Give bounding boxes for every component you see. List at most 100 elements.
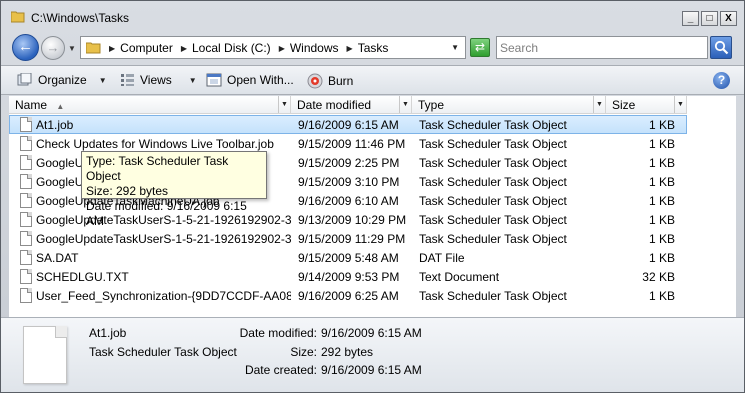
file-row-selected[interactable]: At1.job 9/16/2009 6:15 AM Task Scheduler… xyxy=(9,115,687,134)
column-header-name[interactable]: Name ▲ ▼ xyxy=(9,96,291,114)
file-name: SA.DAT xyxy=(36,250,79,265)
breadcrumb-windows[interactable]: Windows xyxy=(290,41,339,55)
file-type: Task Scheduler Task Object xyxy=(419,117,567,132)
burn-label: Burn xyxy=(328,74,354,88)
burn-button[interactable]: Burn xyxy=(307,73,353,89)
file-row[interactable]: SCHEDLGU.TXT 9/14/2009 9:53 PM Text Docu… xyxy=(9,267,687,286)
file-icon xyxy=(20,212,32,227)
file-icon xyxy=(20,136,32,151)
folder-icon xyxy=(11,11,25,23)
file-size: 1 KB xyxy=(648,231,675,246)
open-with-label: Open With... xyxy=(227,73,294,87)
file-name: SCHEDLGU.TXT xyxy=(36,269,129,284)
open-with-button[interactable]: Open With... xyxy=(206,73,294,87)
tooltip-size: Size: 292 bytes xyxy=(86,184,169,198)
file-date: 9/14/2009 9:53 PM xyxy=(298,269,400,284)
address-row: ← → ▼ ▶ Computer ▶ Local Disk (C:) ▶ Win… xyxy=(1,31,744,65)
window-controls: _ □ X xyxy=(682,11,737,26)
file-size: 1 KB xyxy=(648,193,675,208)
address-dropdown-icon[interactable]: ▼ xyxy=(451,43,459,52)
file-size: 1 KB xyxy=(648,155,675,170)
details-size-label: Size: xyxy=(290,345,317,359)
file-name: GoogleUpdateTaskUserS-1-5-21-1926192902-… xyxy=(36,231,291,246)
column-date-label: Date modified xyxy=(297,98,372,112)
breadcrumb: ▶ Computer ▶ Local Disk (C:) ▶ Windows ▶… xyxy=(109,41,396,55)
tooltip-type: Type: Task Scheduler Task Object xyxy=(86,154,229,183)
minimize-button[interactable]: _ xyxy=(682,11,699,26)
chevron-down-icon: ▼ xyxy=(98,75,107,85)
file-icon xyxy=(20,269,32,284)
file-type: Task Scheduler Task Object xyxy=(419,155,567,170)
file-date: 9/15/2009 11:29 PM xyxy=(298,231,406,246)
breadcrumb-chevron-icon[interactable]: ▶ xyxy=(109,44,115,53)
file-size: 1 KB xyxy=(648,174,675,189)
organize-button[interactable]: Organize ▼ xyxy=(17,73,107,87)
breadcrumb-chevron-icon[interactable]: ▶ xyxy=(279,44,285,53)
breadcrumb-tasks[interactable]: Tasks xyxy=(358,41,389,55)
recent-pages-dropdown[interactable]: ▼ xyxy=(68,44,76,53)
sort-ascending-icon: ▲ xyxy=(56,102,65,111)
breadcrumb-computer[interactable]: Computer xyxy=(120,41,173,55)
chevron-down-icon[interactable]: ▼ xyxy=(674,96,686,113)
file-size: 1 KB xyxy=(648,212,675,227)
details-pane: At1.job Task Scheduler Task Object Date … xyxy=(1,317,744,392)
details-size: 292 bytes xyxy=(321,345,374,359)
search-input[interactable]: Search xyxy=(496,36,708,59)
details-file-name: At1.job xyxy=(89,326,127,340)
file-type: Text Document xyxy=(419,269,500,284)
details-date-created: 9/16/2009 6:15 AM xyxy=(321,363,422,377)
file-icon xyxy=(20,231,32,246)
file-icon xyxy=(20,193,32,208)
column-header-size[interactable]: Size ▼ xyxy=(606,96,687,114)
file-size: 1 KB xyxy=(648,250,675,265)
chevron-down-icon: ▼ xyxy=(188,75,197,85)
file-row[interactable]: SA.DAT 9/15/2009 5:48 AM DAT File 1 KB xyxy=(9,248,687,267)
file-date: 9/16/2009 6:25 AM xyxy=(298,288,399,303)
file-size: 32 KB xyxy=(642,269,675,284)
search-button[interactable] xyxy=(710,36,732,59)
file-name: Check Updates for Windows Live Toolbar.j… xyxy=(36,136,274,151)
refresh-button[interactable]: ⇄ xyxy=(470,38,490,57)
file-date: 9/15/2009 5:48 AM xyxy=(298,250,399,265)
help-icon[interactable]: ? xyxy=(713,72,730,89)
column-header-type[interactable]: Type ▼ xyxy=(412,96,606,114)
details-date-created-label: Date created: xyxy=(244,363,317,377)
file-date: 9/15/2009 11:46 PM xyxy=(298,136,406,151)
file-row[interactable]: User_Feed_Synchronization-{9DD7CCDF-AA08… xyxy=(9,286,687,305)
file-icon xyxy=(20,288,32,303)
open-with-icon xyxy=(206,73,222,87)
file-type: Task Scheduler Task Object xyxy=(419,174,567,189)
column-header-date[interactable]: Date modified ▼ xyxy=(291,96,412,114)
chevron-down-icon[interactable]: ▼ xyxy=(278,96,290,113)
chevron-down-icon[interactable]: ▼ xyxy=(399,96,411,113)
command-bar: Organize ▼ Views ▼ Open With... Burn ? xyxy=(1,65,744,95)
file-type: Task Scheduler Task Object xyxy=(419,212,567,227)
file-name: User_Feed_Synchronization-{9DD7CCDF-AA08… xyxy=(36,288,291,303)
close-button[interactable]: X xyxy=(720,11,737,26)
organize-label: Organize xyxy=(38,73,87,87)
column-type-label: Type xyxy=(418,98,445,112)
organize-icon xyxy=(17,73,32,86)
file-row[interactable]: GoogleUpdateTaskUserS-1-5-21-1926192902-… xyxy=(9,229,687,248)
column-size-label: Size xyxy=(612,98,636,112)
breadcrumb-chevron-icon[interactable]: ▶ xyxy=(181,44,187,53)
file-date: 9/15/2009 3:10 PM xyxy=(298,174,400,189)
file-type: Task Scheduler Task Object xyxy=(419,231,567,246)
views-icon xyxy=(121,74,134,86)
chevron-down-icon[interactable]: ▼ xyxy=(593,96,605,113)
back-button[interactable]: ← xyxy=(12,34,39,61)
file-date: 9/13/2009 10:29 PM xyxy=(298,212,407,227)
breadcrumb-chevron-icon[interactable]: ▶ xyxy=(347,44,353,53)
file-type: DAT File xyxy=(419,250,465,265)
file-icon xyxy=(20,155,32,170)
maximize-button[interactable]: □ xyxy=(701,11,718,26)
address-bar[interactable]: ▶ Computer ▶ Local Disk (C:) ▶ Windows ▶… xyxy=(80,36,466,59)
file-name: At1.job xyxy=(36,117,74,132)
file-icon xyxy=(20,117,32,132)
views-button[interactable]: Views ▼ xyxy=(120,73,197,87)
title-bar: C:\Windows\Tasks _ □ X xyxy=(1,1,744,31)
breadcrumb-local-disk[interactable]: Local Disk (C:) xyxy=(192,41,271,55)
burn-disc-icon xyxy=(307,73,323,89)
file-icon xyxy=(20,174,32,189)
forward-button[interactable]: → xyxy=(41,36,65,60)
